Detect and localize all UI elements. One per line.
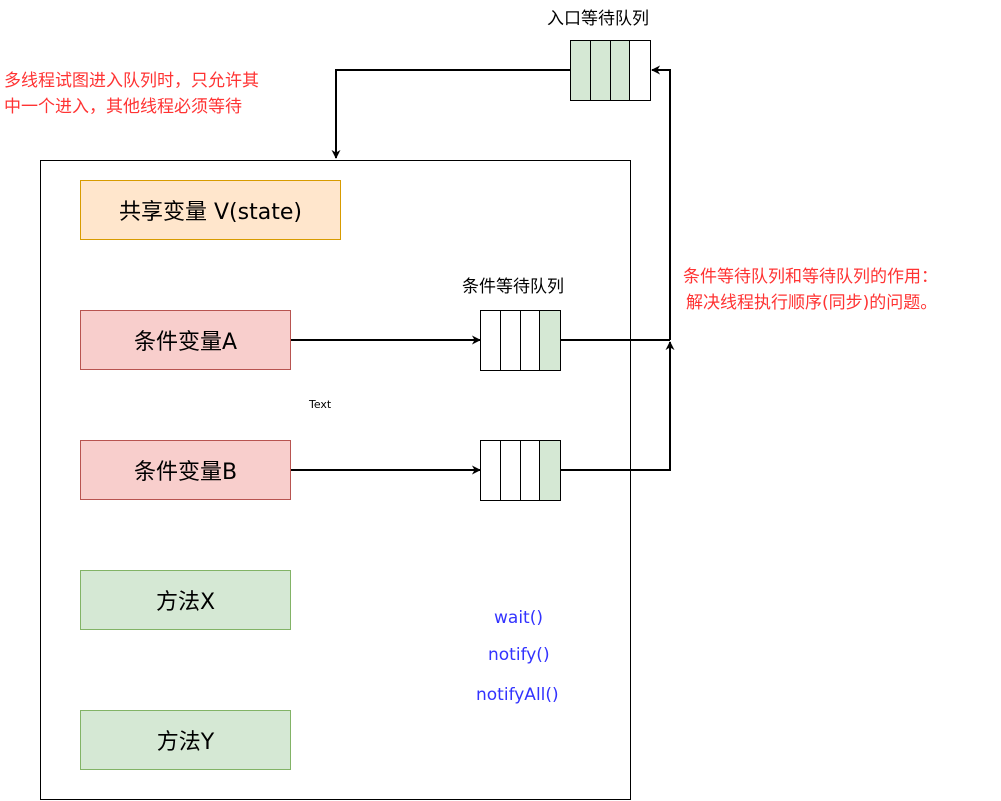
return-to-entry-arrow: [651, 65, 671, 340]
condition-queue-a: [480, 310, 561, 371]
condition-queue-label: 条件等待队列: [462, 277, 564, 297]
queue-note-line: 解决线程执行顺序(同步)的问题。: [686, 293, 938, 313]
entry-queue-slot: [571, 41, 591, 100]
text-placeholder: Text: [309, 398, 332, 411]
condition-queue-a-slot: [520, 311, 541, 370]
entry-queue-slot: [630, 41, 650, 100]
shared-variable-label: 共享变量 V(state): [119, 200, 302, 225]
condition-queue-a-slot: [500, 311, 521, 370]
method-y-label: 方法Y: [156, 730, 215, 755]
entry-queue-slot: [610, 41, 631, 100]
method-notify-all: notifyAll(): [476, 685, 559, 705]
condition-queue-b-slot: [520, 441, 541, 500]
condition-variable-b: 条件变量B: [80, 440, 291, 500]
entry-queue-label: 入口等待队列: [547, 9, 649, 29]
queue-note: 条件等待队列和等待队列的作用： 解决线程执行顺序(同步)的问题。: [683, 264, 938, 316]
condition-queue-b-slot: [500, 441, 521, 500]
method-x: 方法X: [80, 570, 291, 630]
entry-note-line: 多线程试图进入队列时，只允许其: [4, 71, 259, 91]
entry-note: 多线程试图进入队列时，只允许其 中一个进入，其他线程必须等待: [4, 68, 259, 120]
condition-variable-a-label: 条件变量A: [133, 330, 238, 355]
shared-variable: 共享变量 V(state): [80, 180, 341, 240]
condition-queue-b-slot: [481, 441, 501, 500]
entry-note-line: 中一个进入，其他线程必须等待: [4, 97, 242, 117]
method-wait: wait(): [494, 608, 543, 628]
condition-queue-a-slot: [540, 311, 560, 370]
condition-queue-a-slot: [481, 311, 501, 370]
method-notify: notify(): [488, 645, 550, 665]
condition-variable-a: 条件变量A: [80, 310, 291, 370]
method-x-label: 方法X: [155, 590, 216, 615]
condition-queue-b-slot: [540, 441, 560, 500]
condition-queue-b: [480, 440, 561, 501]
method-y: 方法Y: [80, 710, 291, 770]
queue-note-line: 条件等待队列和等待队列的作用：: [683, 267, 938, 287]
entry-arrow: [331, 69, 570, 159]
entry-queue: [570, 40, 651, 101]
condition-variable-b-label: 条件变量B: [133, 460, 238, 485]
entry-queue-slot: [590, 41, 611, 100]
